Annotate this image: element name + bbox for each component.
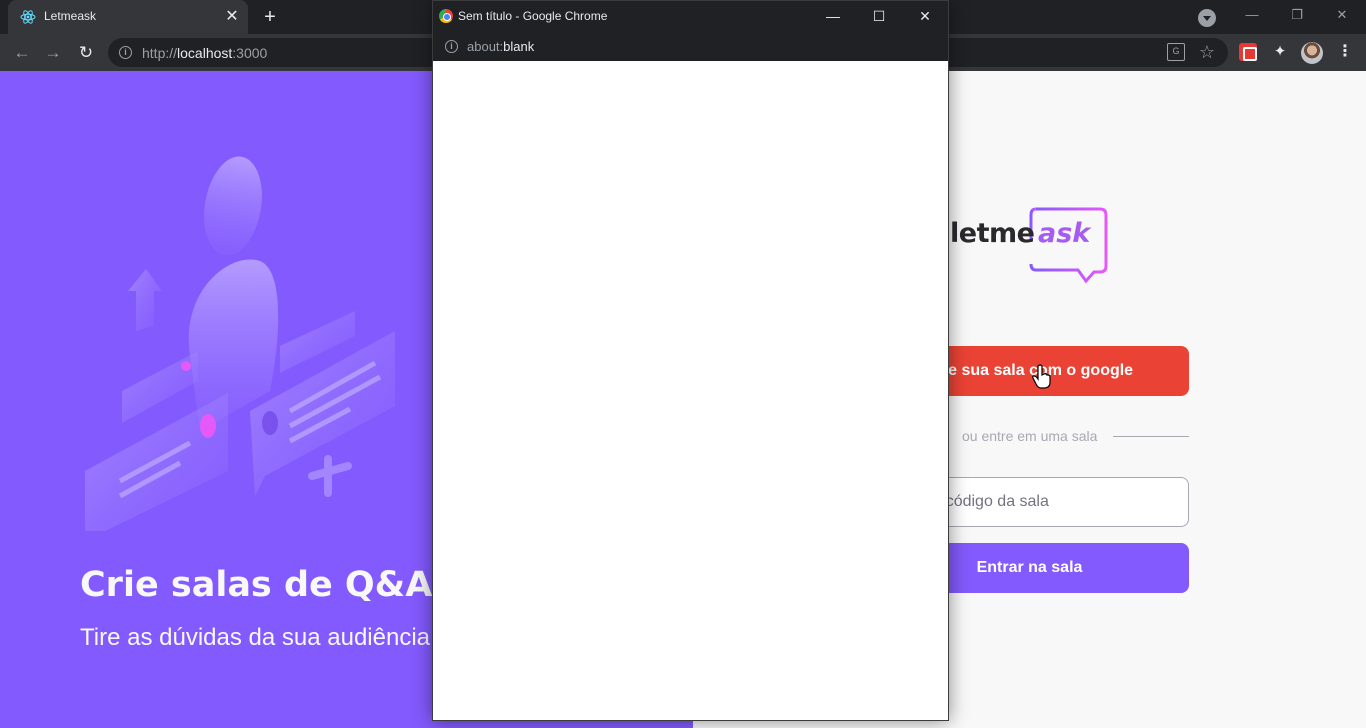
profile-avatar[interactable] bbox=[1301, 42, 1323, 64]
chrome-icon bbox=[439, 9, 453, 23]
address-url: http://localhost:3000 bbox=[142, 45, 268, 61]
close-window-button[interactable]: ✕ bbox=[1328, 4, 1356, 26]
logo-text-ask: ask bbox=[1038, 218, 1091, 249]
browser-tab-letmeask[interactable]: Letmeask ✕ bbox=[8, 0, 248, 34]
separator-text: ou entre em uma sala bbox=[962, 428, 1098, 444]
info-icon[interactable]: i bbox=[445, 40, 458, 53]
restore-button[interactable]: ❐ bbox=[1283, 4, 1311, 26]
popup-titlebar: Sem título - Google Chrome — ☐ ✕ bbox=[433, 1, 948, 32]
tab-search-icon[interactable] bbox=[1198, 9, 1216, 27]
popup-urlbar: i about:blank bbox=[433, 32, 948, 61]
separator-line bbox=[1113, 436, 1189, 437]
popup-minimize-button[interactable]: — bbox=[821, 5, 845, 27]
info-icon[interactable]: i bbox=[119, 46, 132, 59]
translate-icon[interactable]: G bbox=[1167, 43, 1185, 61]
extension-icon[interactable] bbox=[1239, 43, 1257, 61]
tab-close-icon[interactable]: ✕ bbox=[222, 7, 242, 27]
popup-close-button[interactable]: ✕ bbox=[913, 5, 937, 27]
react-icon bbox=[20, 10, 36, 24]
bookmark-star-icon[interactable]: ☆ bbox=[1198, 43, 1216, 61]
popup-title: Sem título - Google Chrome bbox=[458, 9, 608, 23]
qa-illustration bbox=[85, 156, 395, 531]
hand-cursor-icon bbox=[1032, 364, 1051, 389]
popup-window: Sem título - Google Chrome — ☐ ✕ i about… bbox=[432, 0, 949, 721]
popup-maximize-button[interactable]: ☐ bbox=[867, 5, 891, 27]
popup-url: about:blank bbox=[467, 39, 535, 54]
extensions-puzzle-icon[interactable]: ✦ bbox=[1271, 43, 1289, 61]
logo-text-letme: letme bbox=[950, 218, 1035, 249]
reload-icon[interactable]: ↻ bbox=[74, 41, 98, 65]
minimize-button[interactable]: — bbox=[1238, 4, 1266, 26]
new-tab-button[interactable]: + bbox=[258, 5, 282, 29]
back-icon[interactable]: ← bbox=[10, 41, 34, 65]
chrome-menu-icon[interactable]: ⋮ bbox=[1336, 43, 1354, 61]
tab-title: Letmeask bbox=[44, 9, 97, 23]
forward-icon[interactable]: → bbox=[41, 41, 65, 65]
